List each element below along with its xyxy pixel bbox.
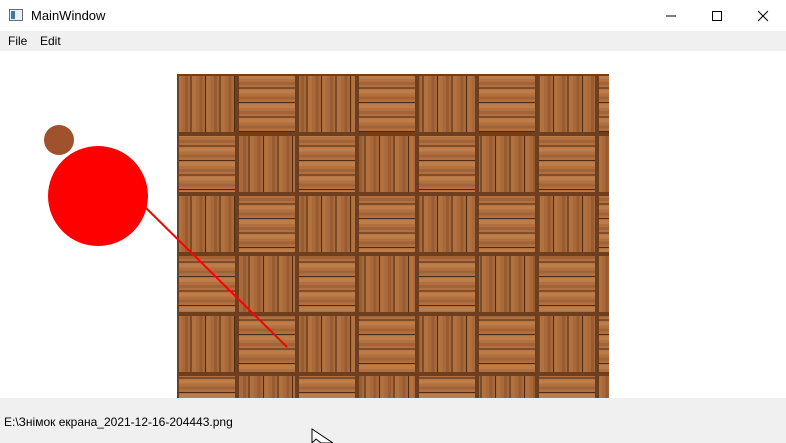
minimize-icon bbox=[666, 15, 676, 16]
close-button[interactable] bbox=[740, 0, 786, 31]
drawing-canvas[interactable] bbox=[0, 51, 786, 398]
menu-file[interactable]: File bbox=[8, 34, 27, 48]
minimize-button[interactable] bbox=[648, 0, 694, 31]
red-line[interactable] bbox=[144, 206, 288, 348]
app-icon bbox=[9, 9, 23, 21]
close-icon bbox=[757, 10, 769, 21]
small-brown-circle[interactable] bbox=[44, 125, 74, 155]
main-window: MainWindow File Edit E:\Знімок екрана_20… bbox=[0, 0, 786, 443]
shapes-layer bbox=[44, 125, 288, 348]
menu-bar: File Edit bbox=[0, 31, 786, 51]
title-bar[interactable]: MainWindow bbox=[0, 0, 786, 31]
window-title: MainWindow bbox=[31, 8, 106, 23]
mouse-cursor-icon bbox=[311, 428, 333, 443]
maximize-icon bbox=[712, 10, 722, 21]
maximize-button[interactable] bbox=[694, 0, 740, 31]
status-file-path: E:\Знімок екрана_2021-12-16-204443.png bbox=[4, 415, 233, 429]
menu-edit[interactable]: Edit bbox=[40, 34, 61, 48]
status-bar: E:\Знімок екрана_2021-12-16-204443.png bbox=[0, 398, 786, 443]
large-red-circle[interactable] bbox=[48, 146, 148, 246]
